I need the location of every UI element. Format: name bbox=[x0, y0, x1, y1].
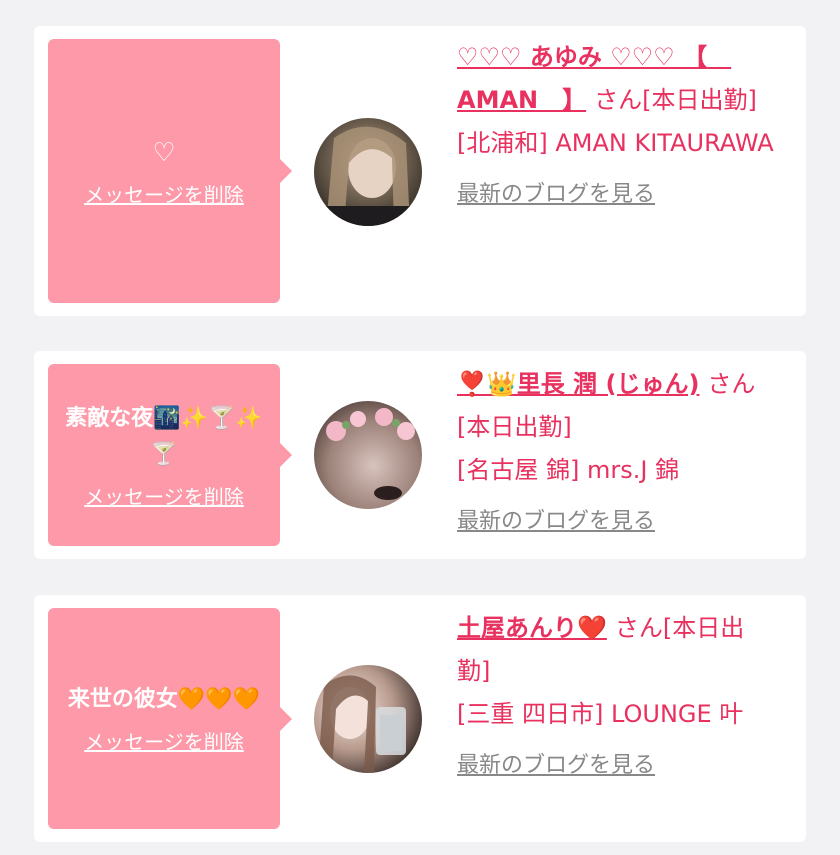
favorite-card: 来世の彼女🧡🧡🧡 メッセージを削除 土屋あんり❤️ さん[本日出勤] [三重 四日… bbox=[34, 595, 806, 842]
cast-status: さん[本日出勤] bbox=[594, 86, 757, 114]
cast-name-link[interactable]: 土屋あんり❤️ bbox=[457, 614, 607, 642]
cast-info: 土屋あんり❤️ さん[本日出勤] [三重 四日市] LOUNGE 叶 最新のブログ… bbox=[457, 607, 777, 787]
message-text: ♡ bbox=[152, 137, 176, 168]
cast-name-link[interactable]: ❣️👑里長 潤 (じゅん) bbox=[457, 370, 699, 398]
avatar[interactable] bbox=[314, 665, 422, 773]
message-bubble: 素敵な夜🌃✨🍸✨🍸 メッセージを削除 bbox=[48, 364, 292, 546]
blog-link[interactable]: 最新のブログを見る bbox=[457, 173, 655, 216]
favorite-card: 素敵な夜🌃✨🍸✨🍸 メッセージを削除 ❣️👑里長 潤 (じゅん) さん[本日出勤] bbox=[34, 351, 806, 559]
delete-message-link[interactable]: メッセージを削除 bbox=[84, 179, 244, 208]
message-bubble: 来世の彼女🧡🧡🧡 メッセージを削除 bbox=[48, 608, 292, 829]
shop-name: [名古屋 錦] mrs.J 錦 bbox=[457, 456, 680, 484]
blog-link[interactable]: 最新のブログを見る bbox=[457, 500, 655, 543]
message-bubble: ♡ メッセージを削除 bbox=[48, 39, 292, 303]
delete-message-link[interactable]: メッセージを削除 bbox=[84, 726, 244, 755]
shop-name: [三重 四日市] LOUNGE 叶 bbox=[457, 700, 744, 728]
favorite-card: ♡ メッセージを削除 ♡♡♡ あゆみ ♡♡♡ 【 AMAN 】さん[本日出勤] … bbox=[34, 26, 806, 316]
message-text: 来世の彼女🧡🧡🧡 bbox=[67, 687, 261, 712]
shop-name: [北浦和] AMAN KITAURAWA bbox=[457, 129, 774, 157]
avatar[interactable] bbox=[314, 401, 422, 509]
cast-info: ❣️👑里長 潤 (じゅん) さん[本日出勤] [名古屋 錦] mrs.J 錦 最新… bbox=[457, 363, 777, 543]
cast-info: ♡♡♡ あゆみ ♡♡♡ 【 AMAN 】さん[本日出勤] [北浦和] AMAN … bbox=[457, 36, 777, 216]
message-text: 素敵な夜🌃✨🍸✨🍸 bbox=[65, 405, 263, 467]
delete-message-link[interactable]: メッセージを削除 bbox=[84, 481, 244, 510]
avatar[interactable] bbox=[314, 118, 422, 226]
blog-link[interactable]: 最新のブログを見る bbox=[457, 744, 655, 787]
